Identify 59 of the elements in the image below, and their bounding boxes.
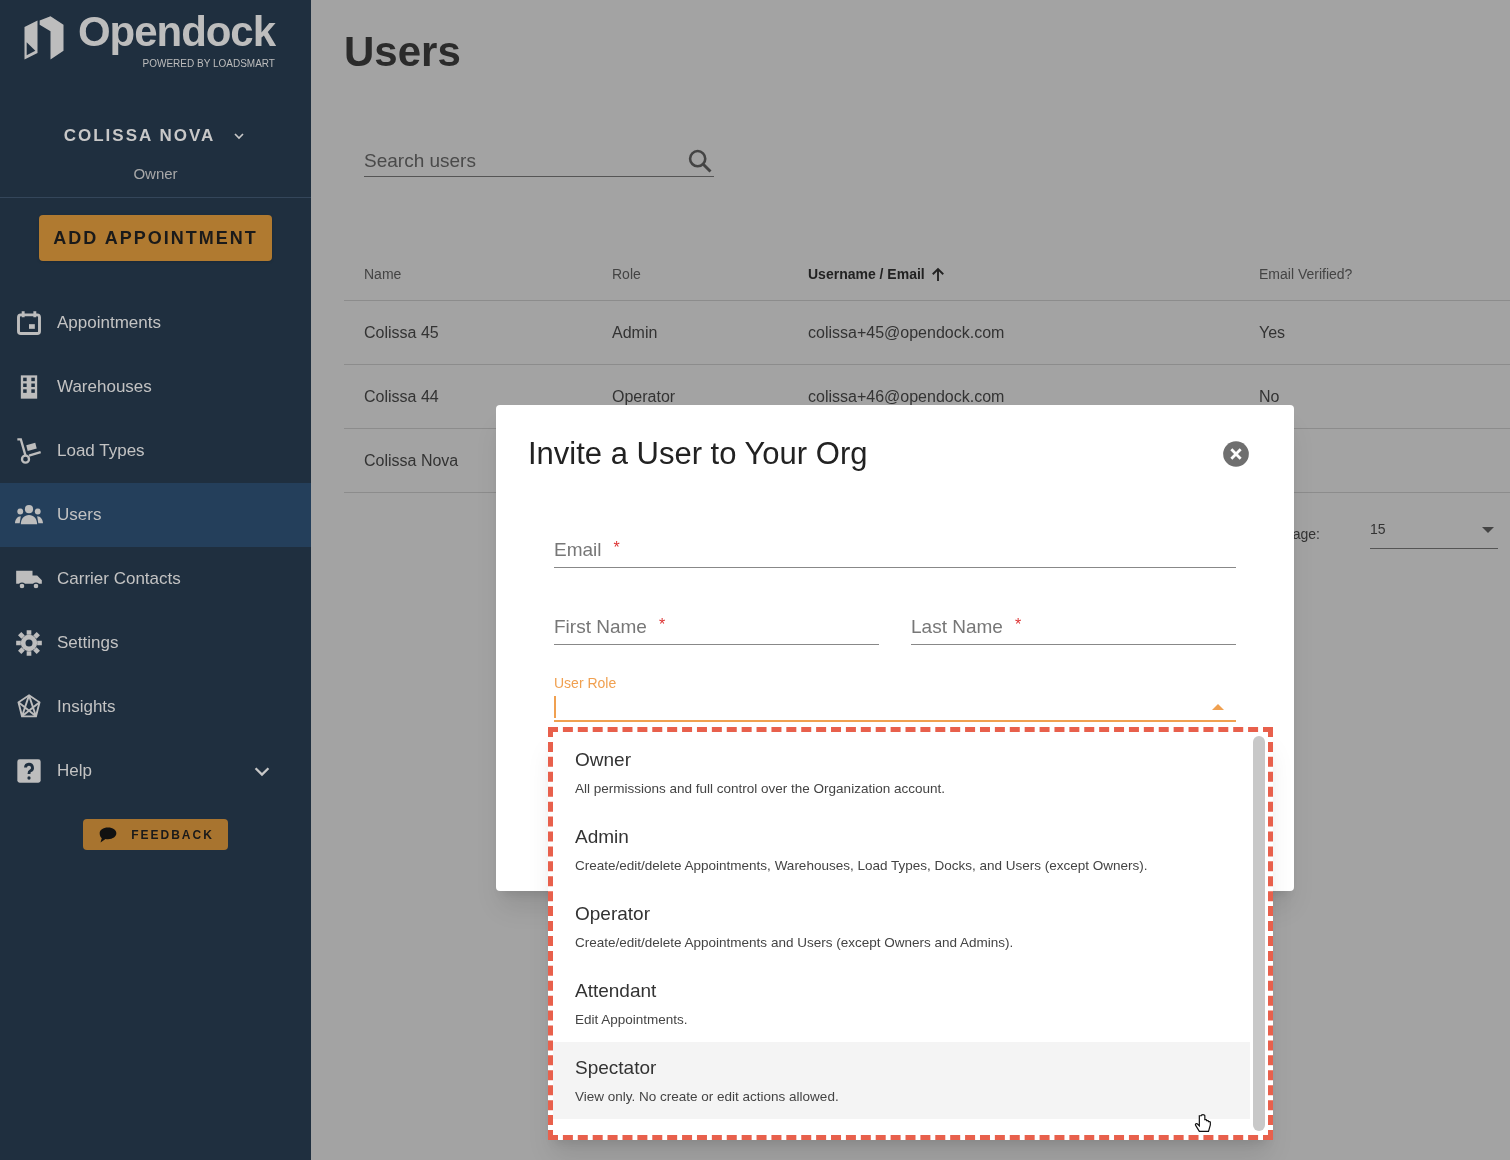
table-cell: Admin: [612, 323, 658, 341]
option-description: Create/edit/delete Appointments, Warehouses, Load Types, Docks, and Users (except Owners).: [575, 857, 1149, 876]
input-field[interactable]: Email *: [554, 535, 1236, 568]
nav-item[interactable]: Insights: [0, 675, 311, 739]
option-description: View only. No create or edit actions allowed.: [575, 1088, 840, 1107]
rows-per-page-label: age:: [1292, 524, 1320, 544]
search-icon: [686, 147, 714, 175]
option-title: Spectator: [575, 1055, 658, 1080]
dialog-title: Invite a User to Your Org: [528, 435, 868, 473]
text-cursor: [554, 695, 556, 718]
nav-item[interactable]: Users: [0, 483, 311, 547]
search-field[interactable]: Search users: [364, 145, 714, 177]
organization-switcher[interactable]: COLISSA NOVA: [63, 123, 248, 149]
nav-item[interactable]: Settings: [0, 611, 311, 675]
table-cell: No: [1259, 387, 1280, 405]
hand-truck-icon: [15, 437, 43, 465]
required-mark: *: [658, 614, 666, 635]
nav-item[interactable]: Carrier Contacts: [0, 547, 311, 611]
required-mark: *: [1014, 614, 1022, 635]
input-field[interactable]: First Name *: [554, 612, 879, 645]
column-header[interactable]: Username / Email: [808, 264, 925, 285]
option-title: Admin: [575, 824, 630, 849]
nav-item[interactable]: Warehouses: [0, 355, 311, 419]
logo-tagline: POWERED BY LOADSMART: [142, 57, 275, 71]
option-description: Edit Appointments.: [575, 1011, 689, 1030]
calendar-icon: [15, 309, 43, 337]
add-appointment-button[interactable]: ADD APPOINTMENT: [39, 215, 272, 261]
role-option[interactable]: Spectator View only. No create or edit actions allowed.: [553, 1042, 1250, 1119]
table-cell: colissa+45@opendock.com: [808, 323, 1005, 341]
caret-up-icon: [1212, 703, 1224, 710]
page-title: Users: [344, 27, 462, 77]
nav-item[interactable]: Appointments: [0, 291, 311, 355]
required-mark: *: [613, 537, 620, 558]
feedback-button[interactable]: FEEDBACK: [83, 819, 228, 850]
table-cell: Colissa 45: [364, 323, 439, 341]
column-header[interactable]: Email Verified?: [1259, 264, 1353, 285]
nav-item[interactable]: Help: [0, 739, 311, 803]
caret-down-icon: [1482, 526, 1494, 533]
user-role: Owner: [133, 163, 178, 184]
close-button[interactable]: [1222, 440, 1250, 469]
logo-wordmark: Opendock: [78, 10, 275, 54]
option-title: Owner: [575, 747, 632, 772]
table-cell: Operator: [612, 387, 676, 405]
input-field[interactable]: Last Name *: [911, 612, 1236, 645]
help-icon: [15, 757, 43, 785]
table-cell: Colissa Nova: [364, 451, 459, 469]
settings-icon: [15, 629, 43, 657]
nav-item[interactable]: Load Types: [0, 419, 311, 483]
column-header[interactable]: Name: [364, 264, 402, 285]
column-header[interactable]: Role: [612, 264, 641, 285]
table-cell: Yes: [1259, 323, 1286, 341]
option-title: Attendant: [575, 978, 658, 1003]
option-description: Create/edit/delete Appointments and Users (except Owners and Admins).: [575, 934, 1015, 953]
scrollbar-thumb[interactable]: [1253, 736, 1265, 1131]
table-cell: colissa+46@opendock.com: [808, 387, 1005, 405]
rows-per-page-select[interactable]: 15: [1370, 519, 1498, 549]
table-cell: Colissa 44: [364, 387, 439, 405]
option-description: All permissions and full control over the Organization account.: [575, 780, 946, 799]
option-title: Operator: [575, 901, 651, 926]
